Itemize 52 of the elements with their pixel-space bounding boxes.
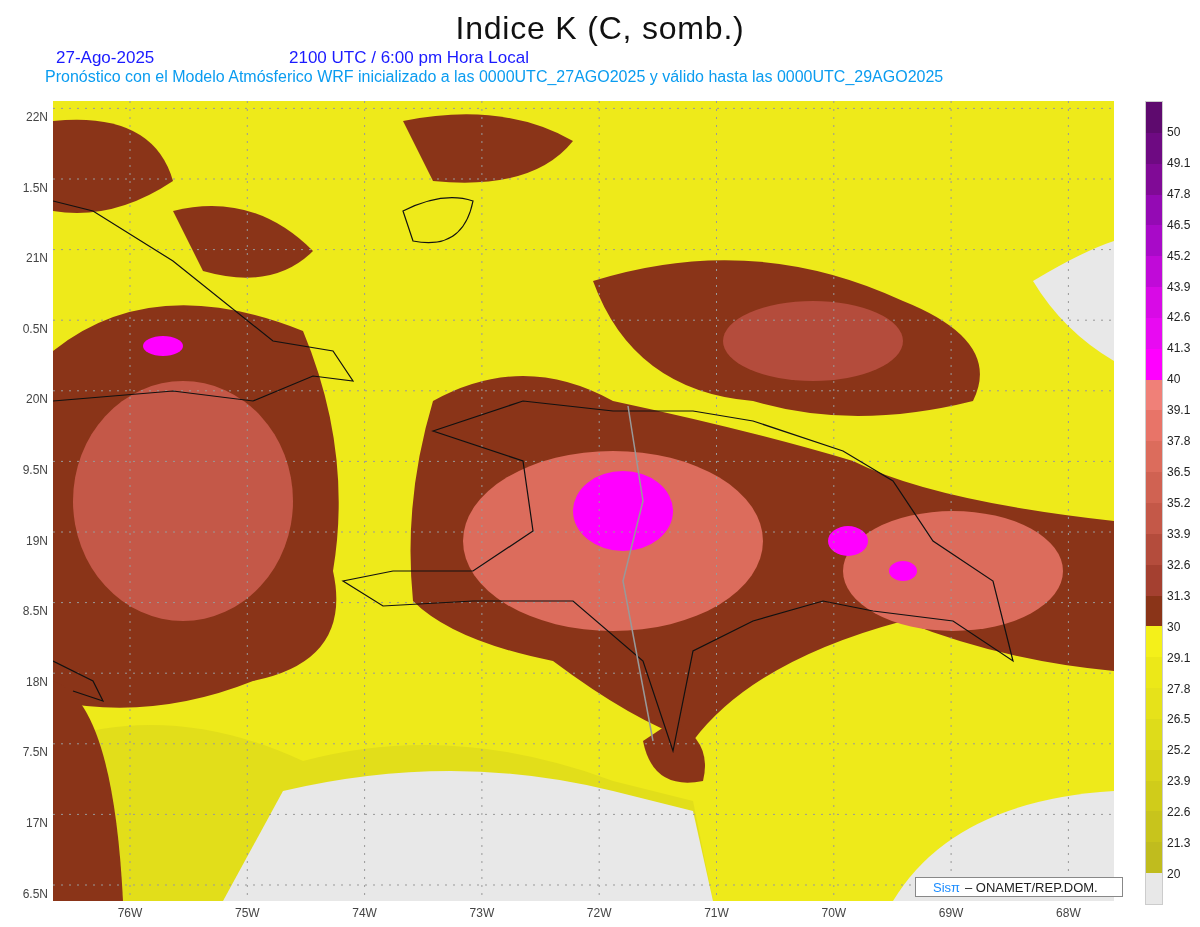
- colorbar-label: 27.8: [1167, 682, 1191, 695]
- colorbar-label: 30: [1167, 620, 1181, 633]
- chart-title: Indice K (C, somb.): [455, 12, 745, 44]
- latitude-label: 8.5N: [22, 605, 48, 618]
- colorbar-label: 33.9: [1167, 527, 1191, 540]
- colorbar-label: 47.8: [1167, 187, 1191, 200]
- latitude-label: 1.5N: [22, 181, 48, 194]
- credit-text: – ONAMET/REP.DOM.: [965, 880, 1098, 894]
- colorbar-label: 21.3: [1167, 837, 1191, 850]
- colorbar-label: 32.6: [1167, 558, 1191, 571]
- colorbar-label: 46.5: [1167, 218, 1191, 231]
- colorbar-label: 23.9: [1167, 775, 1191, 788]
- logo-text: Sisπ: [933, 880, 961, 894]
- longitude-label: 76W: [116, 907, 144, 919]
- time-label: 2100 UTC / 6:00 pm Hora Local: [289, 49, 529, 66]
- colorbar-label: 36.5: [1167, 466, 1191, 479]
- colorbar-label: 37.8: [1167, 435, 1191, 448]
- latitude-label: 7.5N: [22, 746, 48, 759]
- longitude-label: 68W: [1055, 907, 1082, 919]
- colorbar-label: 20: [1167, 868, 1181, 881]
- longitude-label: 69W: [937, 907, 965, 919]
- latitude-label: 17N: [26, 817, 48, 829]
- latitude-label: 18N: [26, 675, 48, 688]
- colorbar-label: 50: [1167, 125, 1181, 138]
- latitude-label: 21N: [26, 252, 48, 265]
- colorbar-label: 49.1: [1167, 156, 1191, 169]
- forecast-subtitle: Pronóstico con el Modelo Atmósferico WRF inicializado a las 0000UTC_27AGO2025 y válido hasta las 0000UTC_29AGO2025: [45, 69, 944, 85]
- colorbar-label: 25.2: [1167, 744, 1191, 757]
- latitude-label: 9.5N: [22, 464, 48, 476]
- longitude-label: 71W: [703, 907, 730, 919]
- latitude-label: 0.5N: [22, 322, 48, 335]
- colorbar-label: 39.1: [1167, 404, 1191, 417]
- colorbar-label: 35.2: [1167, 497, 1191, 509]
- latitude-label: 6.5N: [22, 887, 48, 900]
- latitude-label: 19N: [26, 534, 48, 547]
- longitude-label: 70W: [820, 907, 848, 919]
- longitude-label: 72W: [585, 907, 613, 919]
- longitude-label: 73W: [468, 907, 496, 919]
- colorbar-label: 31.3: [1167, 589, 1191, 602]
- longitude-label: 74W: [351, 907, 378, 919]
- colorbar-label: 43.9: [1167, 280, 1191, 293]
- colorbar-label: 41.3: [1167, 342, 1191, 355]
- colorbar-label: 22.6: [1167, 806, 1191, 819]
- longitude-label: 75W: [233, 907, 261, 919]
- colorbar-label: 42.6: [1167, 311, 1191, 324]
- colorbar-label: 29.1: [1167, 651, 1191, 664]
- latitude-label: 22N: [26, 111, 48, 123]
- colorbar-label: 26.5: [1167, 713, 1191, 726]
- colorbar-label: 40: [1167, 373, 1181, 386]
- latitude-label: 20N: [26, 393, 48, 406]
- date-label: 27-Ago-2025: [56, 49, 156, 66]
- colorbar-label: 45.2: [1167, 249, 1191, 262]
